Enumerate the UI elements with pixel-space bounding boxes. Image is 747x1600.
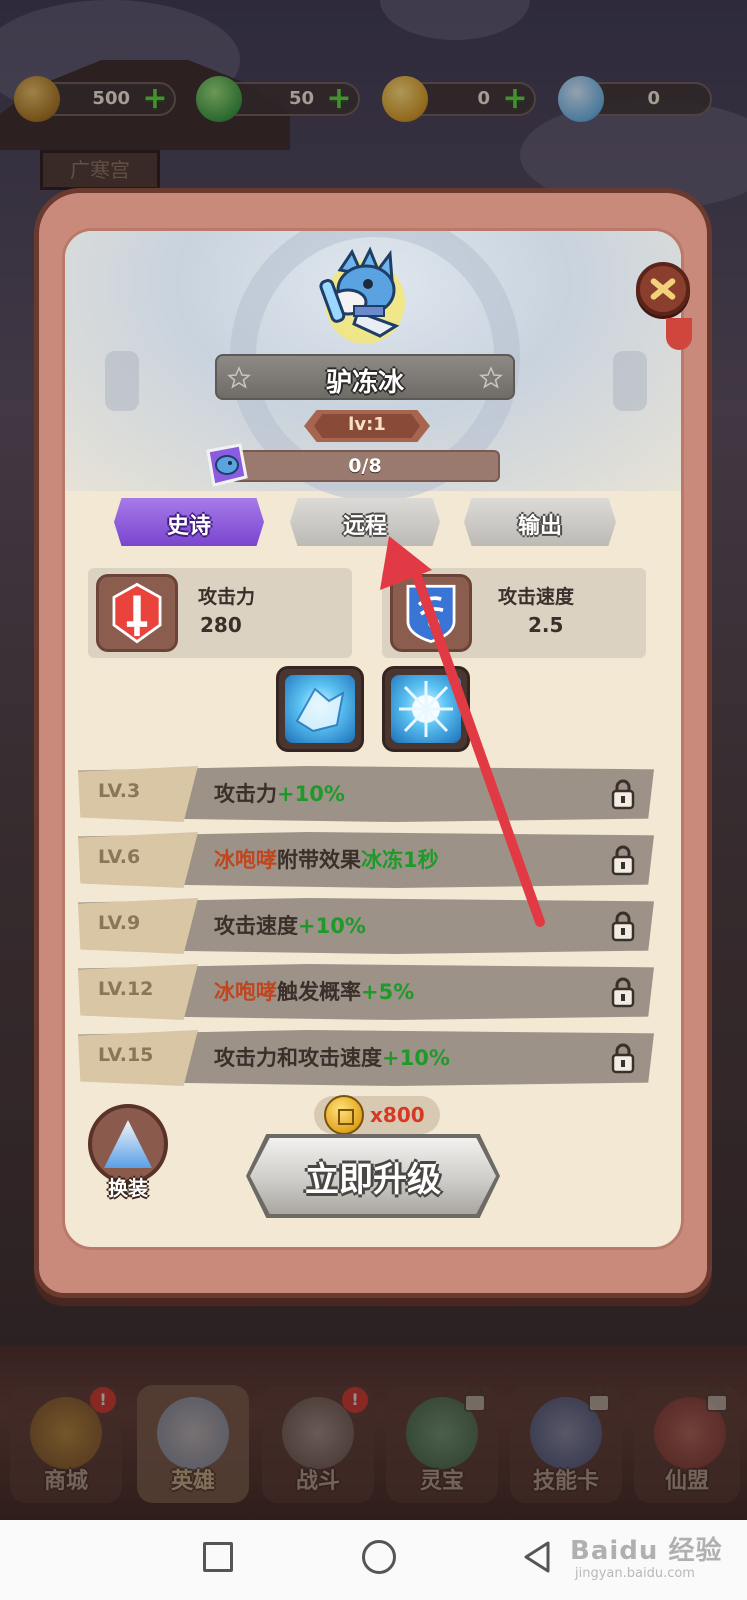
upgrade-now-button[interactable]: 立即升级: [246, 1134, 500, 1218]
perk-description: 攻击力+10%: [214, 778, 345, 808]
tag-label: 史诗: [166, 514, 211, 539]
ice-burst-skill-icon: [391, 675, 461, 743]
tag-ranged: 远程: [290, 498, 440, 546]
stat-value: 280: [200, 613, 242, 637]
attack-speed-icon: [390, 574, 472, 652]
perk-description: 攻击力和攻击速度+10%: [214, 1042, 450, 1072]
star-icon: [479, 366, 503, 389]
close-button[interactable]: [636, 262, 690, 316]
perk-text-part: +10%: [382, 1046, 450, 1070]
upgrade-cost: x800: [314, 1095, 440, 1135]
perk-level: LV.3: [98, 780, 141, 802]
hero-shard-icon: [206, 443, 248, 487]
lock-icon: [611, 1043, 635, 1074]
perk-text-part: 触发概率: [277, 980, 361, 1004]
perk-text-part: 攻击速度: [214, 914, 298, 938]
perk-description: 冰咆哮触发概率+5%: [214, 976, 414, 1006]
hero-name-bar: 驴冻冰: [215, 354, 515, 400]
back-button[interactable]: [522, 1540, 554, 1574]
upgrade-button-label: 立即升级: [305, 1160, 441, 1200]
perk-description: 攻击速度+10%: [214, 910, 366, 940]
system-nav-bar: Baidu 经验 jingyan.baidu.com: [0, 1520, 747, 1600]
ice-crystal-graphic: [295, 687, 345, 733]
lock-icon: [611, 977, 635, 1008]
tag-label: 远程: [342, 514, 387, 539]
attack-sword-graphic: [112, 582, 162, 644]
attack-sword-icon: [96, 574, 178, 652]
close-icon: [650, 278, 676, 300]
perk-row: LV.6 冰咆哮附带效果冰冻1秒: [78, 832, 654, 888]
skill-slot-1[interactable]: [276, 666, 364, 752]
hero-level-tag: lv:1: [304, 410, 430, 442]
ice-burst-graphic: [399, 681, 453, 737]
perk-text-part: +10%: [298, 914, 366, 938]
watermark-logo: Baidu 经验: [570, 1536, 723, 1566]
perk-text-part: 冰咆哮: [214, 848, 277, 872]
hero-name: 驴冻冰: [325, 368, 404, 398]
perk-row: LV.9 攻击速度+10%: [78, 898, 654, 954]
hero-level: lv:1: [348, 414, 386, 435]
hero-portrait-icon: [319, 246, 405, 344]
lantern-decoration: [105, 351, 139, 411]
perk-level: LV.9: [98, 912, 141, 934]
perk-text-part: +10%: [277, 782, 345, 806]
lock-icon: [611, 779, 635, 810]
tag-damage: 输出: [464, 498, 616, 546]
outfit-label: 换装: [108, 1176, 148, 1200]
perk-row: LV.12 冰咆哮触发概率+5%: [78, 964, 654, 1020]
attack-speed-graphic: [406, 584, 456, 644]
skill-slot-2[interactable]: [382, 666, 470, 752]
lantern-decoration: [613, 351, 647, 411]
perk-text-part: 攻击力和攻击速度: [214, 1046, 382, 1070]
lock-icon: [611, 911, 635, 942]
shard-count: 0/8: [348, 455, 382, 477]
ice-crystal-skill-icon: [285, 675, 355, 743]
perk-text-part: 冰咆哮: [214, 980, 277, 1004]
recent-apps-button[interactable]: [203, 1542, 233, 1572]
watermark-url: jingyan.baidu.com: [575, 1566, 695, 1581]
change-outfit-button[interactable]: 换装: [84, 1104, 172, 1204]
tag-label: 输出: [517, 514, 562, 539]
tassel-decoration: [666, 318, 692, 350]
copper-coin-icon: [324, 1095, 364, 1135]
perk-row: LV.3 攻击力+10%: [78, 766, 654, 822]
hero-shard-progress: 0/8: [230, 450, 500, 482]
perk-level: LV.12: [98, 978, 154, 1000]
perk-text-part: 附带效果: [277, 848, 361, 872]
stat-label: 攻击力: [198, 586, 256, 608]
stat-label: 攻击速度: [498, 586, 575, 608]
stat-value: 2.5: [528, 613, 564, 637]
lock-icon: [611, 845, 635, 876]
perk-description: 冰咆哮附带效果冰冻1秒: [214, 844, 439, 874]
perk-level: LV.6: [98, 846, 141, 868]
perk-text-part: +5%: [361, 980, 415, 1004]
perk-row: LV.15 攻击力和攻击速度+10%: [78, 1030, 654, 1086]
stat-attack-speed: 攻击速度 2.5: [382, 568, 646, 658]
home-button[interactable]: [362, 1540, 396, 1574]
stat-attack: 攻击力 280: [88, 568, 352, 658]
upgrade-cost-amount: x800: [370, 1103, 425, 1127]
tag-rarity-epic: 史诗: [114, 498, 264, 546]
perk-text-part: 冰冻1秒: [361, 848, 439, 872]
perk-level: LV.15: [98, 1044, 154, 1066]
perk-text-part: 攻击力: [214, 782, 277, 806]
